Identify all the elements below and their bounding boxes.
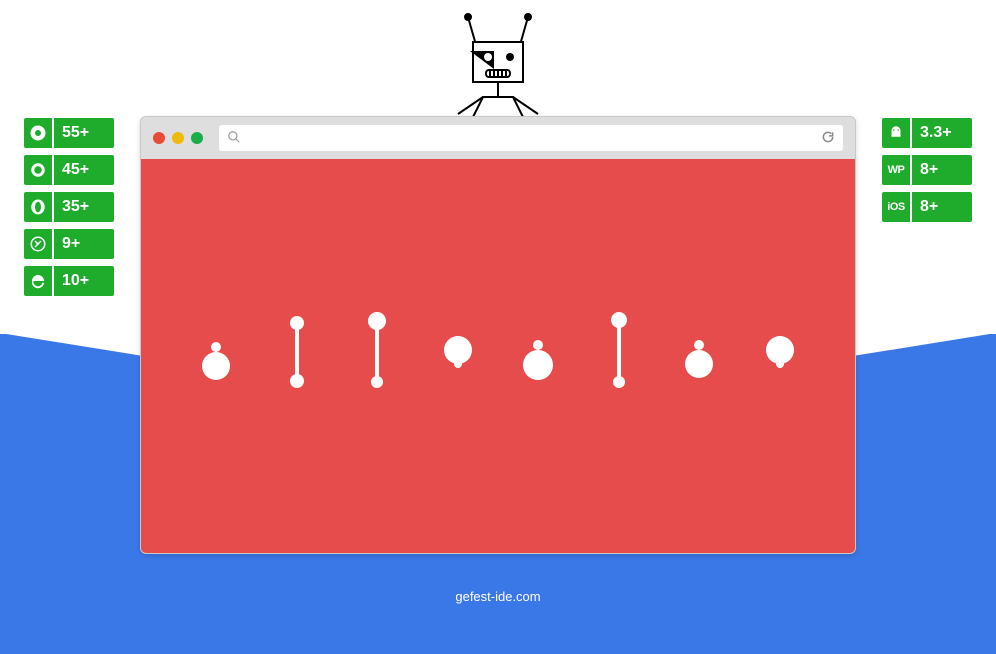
ios-icon: iOS: [882, 192, 912, 222]
loader-3: [352, 316, 402, 396]
loader-2: [272, 316, 322, 396]
close-dot[interactable]: [153, 132, 165, 144]
demo-viewport: [141, 159, 855, 553]
loader-7: [674, 316, 724, 396]
firefox-icon: [24, 155, 54, 185]
badge-chrome: 55+: [24, 118, 114, 148]
badge-android: 3.3+: [882, 118, 972, 148]
loader-5: [513, 316, 563, 396]
badge-safari: 9+: [24, 229, 114, 259]
chrome-version: 55+: [54, 118, 114, 148]
badge-wp: WP 8+: [882, 155, 972, 185]
badge-firefox: 45+: [24, 155, 114, 185]
loader-1: [191, 316, 241, 396]
wp-version: 8+: [912, 155, 972, 185]
refresh-icon[interactable]: [821, 130, 835, 147]
badge-ie: 10+: [24, 266, 114, 296]
firefox-version: 45+: [54, 155, 114, 185]
android-icon: [882, 118, 912, 148]
desktop-browser-badges: 55+ 45+ 35+ 9+ 10+: [24, 118, 114, 296]
minimize-dot[interactable]: [172, 132, 184, 144]
footer-link[interactable]: gefest-ide.com: [0, 589, 996, 604]
ie-icon: [24, 266, 54, 296]
browser-mockup: [140, 116, 856, 554]
address-bar[interactable]: [219, 125, 843, 151]
loader-4: [433, 316, 483, 396]
mobile-platform-badges: 3.3+ WP 8+ iOS 8+: [882, 118, 972, 222]
window-controls: [153, 132, 203, 144]
browser-titlebar: [141, 117, 855, 159]
safari-version: 9+: [54, 229, 114, 259]
chrome-icon: [24, 118, 54, 148]
robot-mascot: [438, 12, 558, 122]
search-icon: [227, 130, 241, 147]
loader-8: [755, 316, 805, 396]
opera-version: 35+: [54, 192, 114, 222]
badge-ios: iOS 8+: [882, 192, 972, 222]
safari-icon: [24, 229, 54, 259]
ie-version: 10+: [54, 266, 114, 296]
badge-opera: 35+: [24, 192, 114, 222]
opera-icon: [24, 192, 54, 222]
ios-version: 8+: [912, 192, 972, 222]
loader-6: [594, 316, 644, 396]
android-version: 3.3+: [912, 118, 972, 148]
maximize-dot[interactable]: [191, 132, 203, 144]
wp-icon: WP: [882, 155, 912, 185]
